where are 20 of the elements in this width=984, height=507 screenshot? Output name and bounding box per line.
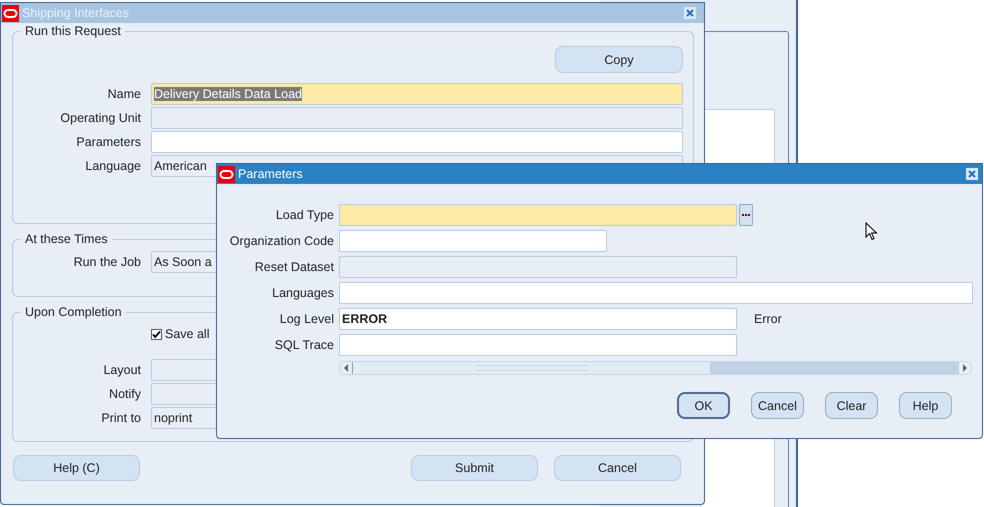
field-label: Reset Dataset <box>254 260 334 274</box>
field-label: Parameters <box>75 134 141 148</box>
field-label: Print to <box>100 410 141 424</box>
field-label: Operating Unit <box>59 110 141 124</box>
group-title: Run this Request <box>21 23 125 39</box>
checkbox-label: Save all <box>165 327 210 341</box>
field-label: Notify <box>108 386 141 400</box>
field-label: Languages <box>271 286 334 300</box>
group-title: Upon Completion <box>21 304 126 320</box>
field-label: Layout <box>102 362 141 376</box>
field-label: Name <box>106 86 141 100</box>
field-label: Language <box>84 158 141 172</box>
field-label: Load Type <box>274 208 334 222</box>
field-description: Error <box>754 312 782 326</box>
field-label: SQL Trace <box>274 338 334 352</box>
window-title: Shipping Interfaces <box>22 6 130 20</box>
field-label: Organization Code <box>228 234 334 248</box>
field-label: Log Level <box>278 312 334 326</box>
field-label: Run the Job <box>72 254 141 268</box>
dialog-title: Parameters <box>238 167 304 181</box>
